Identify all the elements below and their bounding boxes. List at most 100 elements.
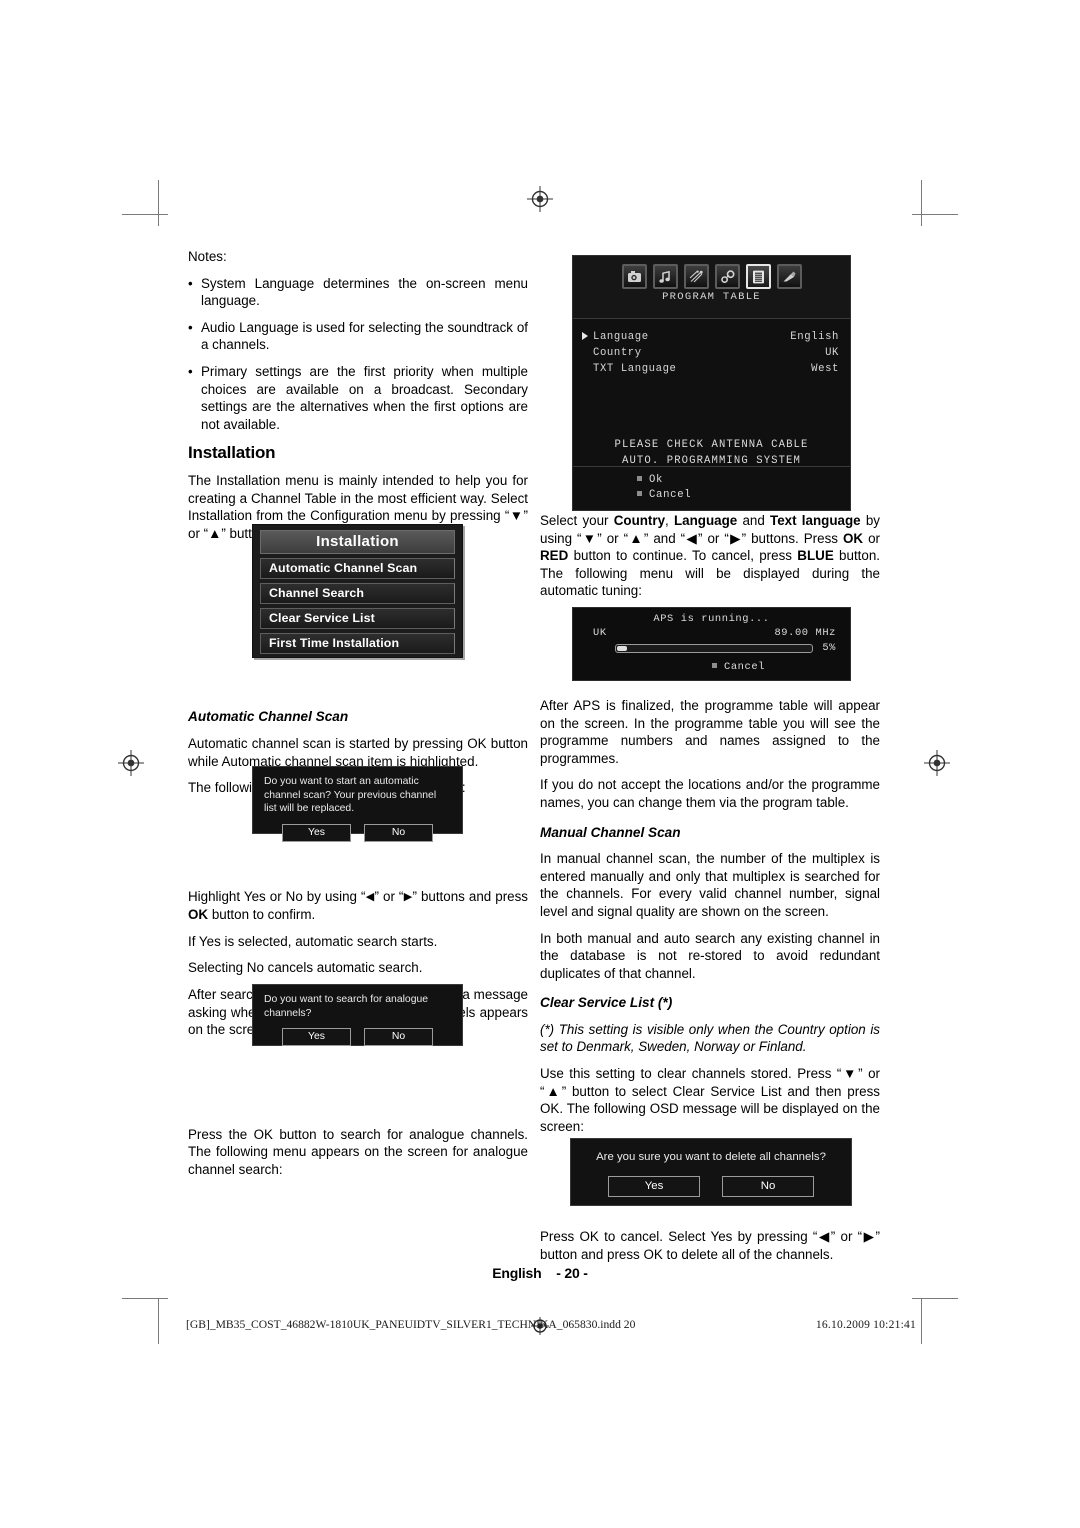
left-column: Notes: System Language determines the on… [188, 248, 528, 1188]
imprint-filename: [GB]_MB35_COST_46882W-1810UK_PANEUIDTV_S… [186, 1318, 636, 1331]
cancel-bullet-icon [637, 491, 642, 496]
acs-paragraph-1: Automatic channel scan is started by pre… [188, 735, 528, 769]
rp1-text-language: Text language [770, 513, 861, 528]
acs-p3-d: button to confirm. [208, 907, 316, 923]
dialog-analogue-search-buttons: Yes No [253, 1028, 462, 1046]
acs-paragraph-3: Highlight Yes or No by using “◀” or “▶” … [188, 888, 528, 924]
dialog-delete-channels: Are you sure you want to delete all chan… [570, 1138, 852, 1206]
menu-item-automatic-channel-scan[interactable]: Automatic Channel Scan [260, 558, 455, 579]
rp1-a: Select your [540, 513, 614, 528]
osd-ok-label: Ok [649, 474, 664, 486]
rp1-blue: BLUE [797, 548, 834, 564]
osd-cancel-option[interactable]: Cancel [637, 488, 850, 503]
aps-info-line: UK 89.00 MHz [573, 625, 850, 639]
notes-bullet-2: Primary settings are the first priority … [188, 363, 528, 433]
osd-settings-rows: Language English Country UK TXT Language… [573, 319, 850, 377]
osd-menu-title: PROGRAM TABLE [662, 291, 761, 303]
osd-toolbar: PROGRAM TABLE [573, 256, 850, 319]
rp1-language: Language [674, 513, 738, 528]
installation-osd-title: Installation [260, 530, 455, 554]
installation-osd-menu[interactable]: Installation Automatic Channel Scan Chan… [252, 524, 463, 658]
osd-row-country-label: Country [593, 347, 642, 359]
notes-bullet-1: Audio Language is used for selecting the… [188, 319, 528, 354]
aps-percent: 5% [822, 642, 836, 654]
acs-p3-ok: OK [188, 907, 209, 923]
aps-progress-bar [615, 643, 814, 653]
aps-title: APS is running... [653, 613, 770, 625]
aps-cancel-label: Cancel [723, 661, 765, 673]
right-paragraph-4: In manual channel scan, the number of th… [540, 851, 880, 919]
left-arrow-glyph: ◀ [365, 890, 375, 903]
osd-row-country-value: UK [825, 347, 839, 359]
dialog-automatic-scan-message: Do you want to start an automatic channe… [264, 776, 437, 814]
osd-notice: PLEASE CHECK ANTENNA CABLE AUTO. PROGRAM… [573, 437, 850, 469]
rp1-ok: OK [842, 530, 864, 546]
dialog-analogue-search-yes-button[interactable]: Yes [282, 1028, 351, 1046]
menu-item-first-time-installation[interactable]: First Time Installation [260, 633, 455, 654]
footer-language: English [492, 1265, 542, 1281]
acs-paragraph-7: Press the OK button to search for analog… [188, 1126, 528, 1178]
osd-ok-option[interactable]: Ok [637, 473, 850, 488]
dialog-analogue-search-message: Do you want to search for analogue chann… [264, 994, 429, 1019]
menu-item-channel-search[interactable]: Channel Search [260, 583, 455, 604]
right-paragraph-8: Press OK to cancel. Select Yes by pressi… [540, 1229, 880, 1263]
cursor-icon [582, 332, 588, 340]
install-icon[interactable] [714, 264, 740, 289]
osd-row-txt-language[interactable]: TXT Language West [581, 361, 839, 377]
acs-p3-c: ” buttons and press [412, 888, 528, 904]
imprint-timestamp: 16.10.2009 10:21:41 [815, 1318, 916, 1331]
dialog-automatic-scan-buttons: Yes No [253, 823, 462, 842]
program-table-osd[interactable]: PROGRAM TABLE Language English Country U… [572, 255, 851, 511]
right-paragraph-3: If you do not accept the locations and/o… [540, 777, 880, 810]
dialog-delete-channels-no-button[interactable]: No [722, 1175, 814, 1197]
dialog-delete-channels-buttons: Yes No [571, 1175, 851, 1197]
picture-icon[interactable] [621, 264, 647, 289]
automatic-channel-scan-heading: Automatic Channel Scan [188, 709, 349, 725]
dialog-delete-channels-yes-button[interactable]: Yes [608, 1175, 700, 1197]
aps-country: UK [593, 627, 607, 639]
notes-heading: Notes: [188, 249, 227, 264]
right-paragraph-1: Select your Country, Language and Text l… [540, 512, 880, 600]
ok-bullet-icon [637, 476, 642, 481]
right-paragraph-6: (*) This setting is visible only when th… [540, 1021, 880, 1055]
clear-service-list-heading: Clear Service List (*) [540, 995, 673, 1011]
right-paragraph-2: After APS is finalized, the programme ta… [540, 697, 880, 766]
aps-progress-osd: APS is running... UK 89.00 MHz 5% Cancel [572, 607, 851, 681]
rp1-b: , [665, 513, 674, 528]
sound-icon[interactable] [652, 264, 678, 289]
feature-icon[interactable] [683, 264, 709, 289]
acs-p3-a: Highlight Yes or No by using “ [188, 888, 366, 904]
right-paragraph-7: Use this setting to clear channels store… [540, 1066, 880, 1134]
dialog-automatic-scan: Do you want to start an automatic channe… [252, 766, 463, 842]
osd-row-txt-language-value: West [811, 363, 839, 375]
dialog-analogue-search: Do you want to search for analogue chann… [252, 984, 463, 1046]
dialog-analogue-search-no-button[interactable]: No [364, 1028, 433, 1046]
source-icon[interactable] [776, 264, 802, 289]
acs-paragraph-4: If Yes is selected, automatic search sta… [188, 933, 438, 949]
osd-row-language[interactable]: Language English [581, 329, 839, 345]
osd-row-country[interactable]: Country UK [581, 345, 839, 361]
dialog-delete-channels-message: Are you sure you want to delete all chan… [596, 1151, 826, 1163]
print-imprint: [GB]_MB35_COST_46882W-1810UK_PANEUIDTV_S… [186, 1318, 916, 1331]
aps-cancel-option[interactable]: Cancel [573, 654, 850, 673]
osd-row-language-value: English [790, 331, 839, 343]
acs-paragraph-5: Selecting No cancels automatic search. [188, 960, 423, 976]
aps-frequency: 89.00 MHz [774, 627, 836, 639]
aps-progress-fill [617, 645, 627, 651]
acs-p3-b: ” or “ [374, 888, 404, 904]
dialog-analogue-spacer [188, 1048, 528, 1126]
dialog-automatic-scan-no-button[interactable]: No [364, 823, 433, 842]
page-number: - 20 - [556, 1265, 588, 1281]
program-table-icon[interactable] [745, 264, 771, 289]
manual-channel-scan-heading: Manual Channel Scan [540, 824, 681, 840]
osd-cancel-label: Cancel [649, 489, 692, 501]
manual-page: Notes: System Language determines the on… [0, 0, 1080, 1528]
osd-icon-row [573, 256, 850, 289]
osd-row-language-label: Language [593, 331, 649, 343]
rp1-e: or [863, 530, 880, 546]
installation-heading: Installation [188, 443, 276, 463]
menu-item-clear-service-list[interactable]: Clear Service List [260, 608, 455, 629]
osd-footer: Ok Cancel [573, 466, 850, 510]
imprint-registration-mark-icon [530, 1316, 550, 1336]
dialog-automatic-scan-yes-button[interactable]: Yes [282, 823, 351, 842]
